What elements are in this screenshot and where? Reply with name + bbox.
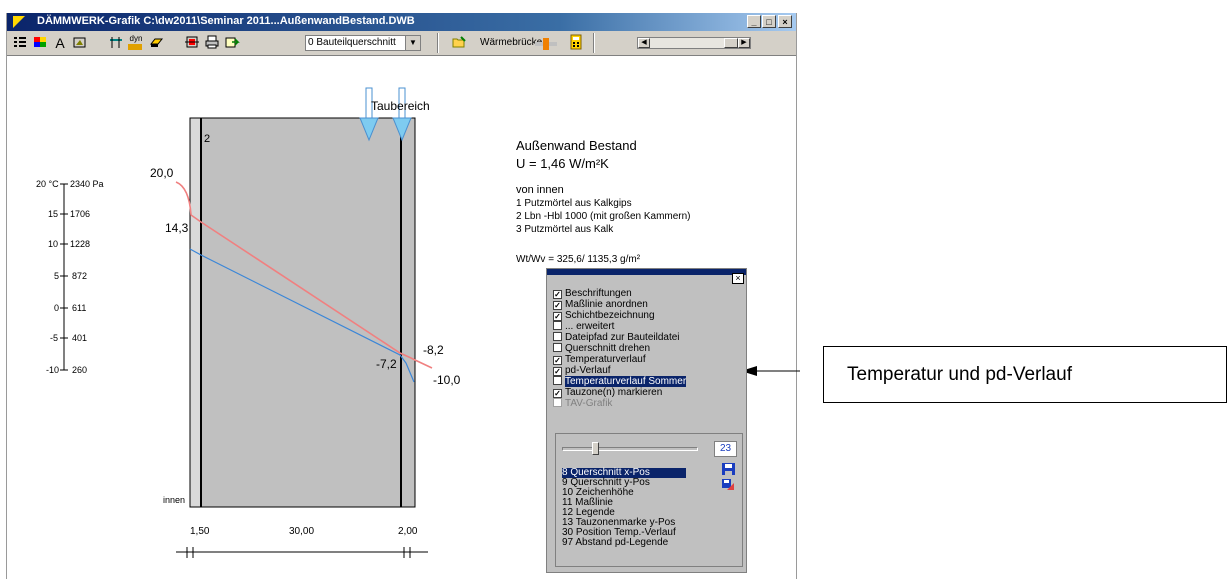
dimension-label-layer-1: 1,50 [190,526,210,537]
save-as-icon[interactable] [722,479,735,491]
temp-label-inside-air: 20,0 [150,166,174,180]
option-label: Schichtbezeichnung [565,310,655,321]
layer-2-rect [200,117,402,508]
option-label: pd-Verlauf [565,365,611,376]
parameter-slider-track[interactable] [562,447,698,451]
parameter-group: 23 8 Querschnitt x-Pos 9 Querschnitt y-P… [555,433,743,567]
checkbox-checked[interactable]: ✓ [553,367,562,376]
option-schichtbezeichnung[interactable]: ✓ Schichtbezeichnung [553,310,655,321]
parameter-slider-thumb[interactable] [592,442,599,455]
innen-label: innen [163,495,186,505]
von-innen-label: von innen [516,184,564,196]
option-label: ... erweitert [565,321,615,332]
axis-tick-temp: 15 [48,209,59,219]
option-dateipfad[interactable]: Dateipfad zur Bauteildatei [553,332,680,343]
parameter-list-item[interactable]: 97 Abstand pd-Legende [562,538,668,548]
axis-tick-pressure: 401 [72,333,88,343]
checkbox-checked[interactable]: ✓ [553,389,562,398]
graphic-options-panel: × ✓ Beschriftungen ✓ Maßlinie anordnen ✓ Sc… [546,268,747,573]
checkbox-unchecked[interactable] [553,321,562,330]
layer-list-item: 3 Putzmörtel aus Kalk [516,224,614,235]
axis-tick-pressure: 260 [72,365,88,375]
option-querschnitt-drehen[interactable]: Querschnitt drehen [553,343,650,354]
dimension-label-layer-2: 30,00 [289,526,315,537]
option-temperaturverlauf-sommer[interactable]: Temperaturverlauf Sommer [553,376,687,387]
option-label: Beschriftungen [565,288,632,299]
axis-tick-temp: 0 [54,303,60,313]
option-tav-grafik: TAV-Grafik [553,398,612,409]
option-label: TAV-Grafik [565,398,613,409]
axis-tick-temp: -10 [46,365,60,375]
callout-box: Temperatur und pd-Verlauf [823,346,1227,403]
temp-label-outer-surface: -8,2 [423,343,444,357]
parameter-value-field[interactable]: 23 [714,441,737,457]
option-label: Temperaturverlauf Sommer [565,376,687,387]
option-pd-verlauf[interactable]: ✓ pd-Verlauf [553,365,611,376]
panel-title-bar[interactable] [547,269,746,275]
option-beschriftungen[interactable]: ✓ Beschriftungen [553,288,632,299]
checkbox-unchecked[interactable] [553,343,562,352]
option-label: Temperaturverlauf [565,354,646,365]
checkbox-unchecked[interactable] [553,376,562,385]
temp-label-layer-boundary: -7,2 [376,357,397,371]
option-masslinie[interactable]: ✓ Maßlinie anordnen [553,299,648,310]
axis-tick-pressure: 611 [72,303,87,313]
axis-tick-pressure: 1706 [70,209,91,219]
axis-tick-temp: 10 [48,239,59,249]
temp-label-inner-surface: 14,3 [165,221,189,235]
checkbox-checked[interactable]: ✓ [553,301,562,310]
checkbox-disabled [553,398,562,407]
layer-list-item: 2 Lbn -Hbl 1000 (mit großen Kammern) [516,211,691,222]
checkbox-unchecked[interactable] [553,332,562,341]
option-erweitert[interactable]: ... erweitert [553,321,614,332]
option-label: Querschnitt drehen [565,343,651,354]
option-label: Dateipfad zur Bauteildatei [565,332,680,343]
temp-label-outside-air: -10,0 [433,373,461,387]
layer-3-rect [400,117,416,508]
layer-number-label: 2 [204,133,211,145]
taubereich-label: Taubereich [371,99,430,113]
checkbox-checked[interactable]: ✓ [553,356,562,365]
axis-tick-temp: 20 °C [36,179,59,189]
wt-wv-value: Wt/Wv = 325,6/ 1135,3 g/m² [516,254,641,265]
option-temperaturverlauf[interactable]: ✓ Temperaturverlauf [553,354,646,365]
option-tauzone-markieren[interactable]: ✓ Tauzone(n) markieren [553,387,662,398]
axis-tick-temp: -5 [50,333,59,343]
axis-tick-pressure: 2340 Pa [70,179,104,189]
save-icon[interactable] [722,463,735,475]
axis-tick-pressure: 872 [72,271,88,281]
checkbox-checked[interactable]: ✓ [553,312,562,321]
option-label: Tauzone(n) markieren [565,387,663,398]
component-title: Außenwand Bestand [516,138,637,153]
axis-tick-pressure: 1228 [70,239,91,249]
u-value: U = 1,46 W/m²K [516,156,609,171]
close-icon[interactable]: × [732,273,744,284]
option-label: Maßlinie anordnen [565,299,648,310]
layer-list-item: 1 Putzmörtel aus Kalkgips [516,198,632,209]
axis-tick-temp: 5 [54,271,60,281]
callout-text: Temperatur und pd-Verlauf [847,364,1072,385]
dimension-label-layer-3: 2,00 [398,526,418,537]
layer-1-rect [189,117,202,508]
checkbox-checked[interactable]: ✓ [553,290,562,299]
